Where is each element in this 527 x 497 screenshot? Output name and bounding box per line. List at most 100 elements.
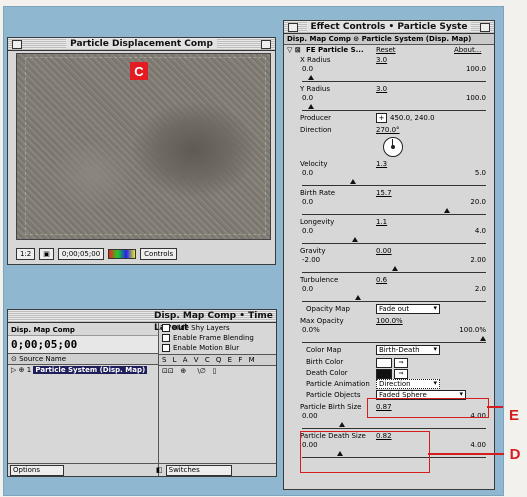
layer-name[interactable]: Particle System (Disp. Map) (33, 366, 148, 374)
color-map-label: Color Map (306, 346, 342, 354)
time-layout-window[interactable]: Disp. Map Comp • Time Layout Disp. Map C… (7, 309, 277, 477)
callout-line-d (428, 453, 504, 455)
death-color-label: Death Color (306, 369, 348, 377)
producer-row: Producer +450.0, 240.0 (284, 113, 494, 125)
turbulence-value[interactable]: 0.6 (376, 275, 387, 285)
particle-animation-row: Particle Animation Direction (284, 379, 494, 390)
y-radius-label: Y Radius (300, 85, 330, 93)
x-radius-range: 0.0 100.0 (284, 65, 494, 74)
eyedropper-icon[interactable]: ⇒ (394, 358, 408, 368)
options-menu[interactable]: Options (10, 464, 64, 476)
close-box-icon[interactable] (12, 40, 22, 49)
slider-knob-icon[interactable] (443, 208, 450, 213)
range-min: 0.0 (302, 227, 314, 235)
effect-name-row: ▽ ⊠ FE Particle S... Reset About... (284, 45, 494, 55)
range-min: 0.0 (302, 285, 314, 293)
effect-toggle-icon[interactable]: ▽ ⊠ (287, 45, 301, 55)
slider-knob-icon[interactable] (338, 422, 345, 427)
time-layout-footer: Options ◧ Switches (8, 463, 276, 476)
checkbox-icon[interactable] (162, 344, 170, 352)
option-label: Enable Frame Blending (173, 334, 254, 342)
particle-animation-popup[interactable]: Direction (376, 379, 440, 389)
gravity-value[interactable]: 0.00 (376, 246, 392, 256)
comp-window[interactable]: Particle Displacement Comp C 1:2 ▣ 0;00;… (7, 37, 276, 265)
about-link[interactable]: About... (454, 45, 481, 55)
effect-controls-header: Disp. Map Comp ⊙ Particle System (Disp. … (284, 34, 494, 45)
birth-color-label: Birth Color (306, 358, 344, 366)
slider-knob-icon[interactable] (480, 336, 487, 341)
max-opacity-row: Max Opacity 100.0% (284, 316, 494, 326)
birth-color-swatch[interactable] (376, 358, 392, 368)
checkbox-icon[interactable] (162, 324, 170, 332)
layer-switches-row[interactable]: ⊡⊡ ⊕ \∅ ▯ (159, 366, 276, 377)
option-hide-shy-layers[interactable]: Hide Shy Layers (159, 323, 276, 333)
birth-color-row: Birth Color ⇒ (284, 357, 494, 368)
time-layout-titlebar[interactable]: Disp. Map Comp • Time Layout (8, 310, 276, 333)
option-enable-frame-blending[interactable]: Enable Frame Blending (159, 333, 276, 343)
opacity-map-popup[interactable]: Fade out (376, 304, 440, 314)
range-max: 5.0 (474, 169, 486, 177)
callout-label-e: E (508, 406, 519, 424)
effect-controls-titlebar[interactable]: Effect Controls • Particle Syste (284, 21, 494, 34)
birth-rate-value[interactable]: 15.7 (376, 188, 392, 198)
effect-controls-window[interactable]: Effect Controls • Particle Syste Disp. M… (283, 20, 495, 490)
birth-rate-slider[interactable] (302, 207, 486, 215)
longevity-slider[interactable] (302, 236, 486, 244)
slider-knob-icon[interactable] (349, 179, 356, 184)
timeline-comp-name: Disp. Map Comp (8, 323, 158, 336)
slider-knob-icon[interactable] (355, 295, 362, 300)
close-box-icon[interactable] (288, 23, 298, 32)
range-min: 0.00 (302, 412, 318, 420)
direction-row: Direction 270.0° (284, 125, 494, 135)
zoom-box-icon[interactable] (480, 23, 490, 32)
velocity-slider[interactable] (302, 178, 486, 186)
particle-birth-size-slider[interactable] (302, 421, 486, 429)
time-layout-right-pane: Hide Shy Layers Enable Frame Blending En… (159, 323, 276, 476)
slider-knob-icon[interactable] (307, 104, 314, 109)
x-radius-value[interactable]: 3.0 (376, 55, 387, 65)
y-radius-value[interactable]: 3.0 (376, 84, 387, 94)
color-map-popup[interactable]: Birth-Death (376, 345, 440, 355)
slider-knob-icon[interactable] (392, 266, 399, 271)
camera-icon[interactable]: ▣ (39, 248, 54, 260)
crosshair-icon[interactable]: + (376, 113, 387, 123)
range-max: 2.0 (474, 285, 486, 293)
switches-header: S L A V C Q E F M (159, 354, 276, 366)
channel-color-icon[interactable] (108, 249, 137, 259)
layer-row[interactable]: ▷ ⊕ 1 Particle System (Disp. Map) (8, 365, 158, 376)
gravity-slider[interactable] (302, 265, 486, 273)
y-radius-row: Y Radius 3.0 (284, 84, 494, 94)
option-label: Enable Motion Blur (173, 344, 240, 352)
particle-animation-label: Particle Animation (306, 380, 370, 388)
option-enable-motion-blur[interactable]: Enable Motion Blur (159, 343, 276, 353)
checkbox-icon[interactable] (162, 334, 170, 342)
reset-link[interactable]: Reset (376, 45, 396, 55)
turbulence-slider[interactable] (302, 294, 486, 302)
direction-value[interactable]: 270.0° (376, 125, 400, 135)
slider-knob-icon[interactable] (307, 75, 314, 80)
longevity-value[interactable]: 1.1 (376, 217, 387, 227)
direction-label: Direction (300, 126, 332, 134)
producer-value[interactable]: 450.0, 240.0 (390, 113, 435, 123)
max-opacity-slider[interactable] (302, 335, 487, 343)
slider-knob-icon[interactable] (351, 237, 358, 242)
switches-menu[interactable]: Switches (165, 464, 232, 476)
y-radius-slider[interactable] (302, 103, 486, 111)
velocity-value[interactable]: 1.3 (376, 159, 387, 169)
comp-viewer[interactable]: C (16, 53, 271, 240)
eyedropper-icon[interactable]: ⇒ (394, 369, 408, 379)
x-radius-slider[interactable] (302, 74, 486, 82)
timeline-current-time[interactable]: 0;00;05;00 (8, 336, 158, 354)
zoom-box-icon[interactable] (261, 40, 271, 49)
timecode-display[interactable]: 0;00;05;00 (57, 248, 105, 260)
opacity-map-label: Opacity Map (306, 305, 350, 313)
max-opacity-value[interactable]: 100.0% (376, 316, 403, 326)
controls-menu[interactable]: Controls (140, 248, 178, 260)
scroll-arrow-icon[interactable]: ◧ (156, 466, 163, 474)
velocity-row: Velocity 1.3 (284, 159, 494, 169)
death-color-swatch[interactable] (376, 369, 392, 379)
x-radius-row: X Radius 3.0 (284, 55, 494, 65)
comp-window-titlebar[interactable]: Particle Displacement Comp (8, 38, 275, 51)
direction-dial-icon[interactable] (383, 137, 403, 157)
zoom-menu[interactable]: 1:2 (16, 248, 36, 260)
